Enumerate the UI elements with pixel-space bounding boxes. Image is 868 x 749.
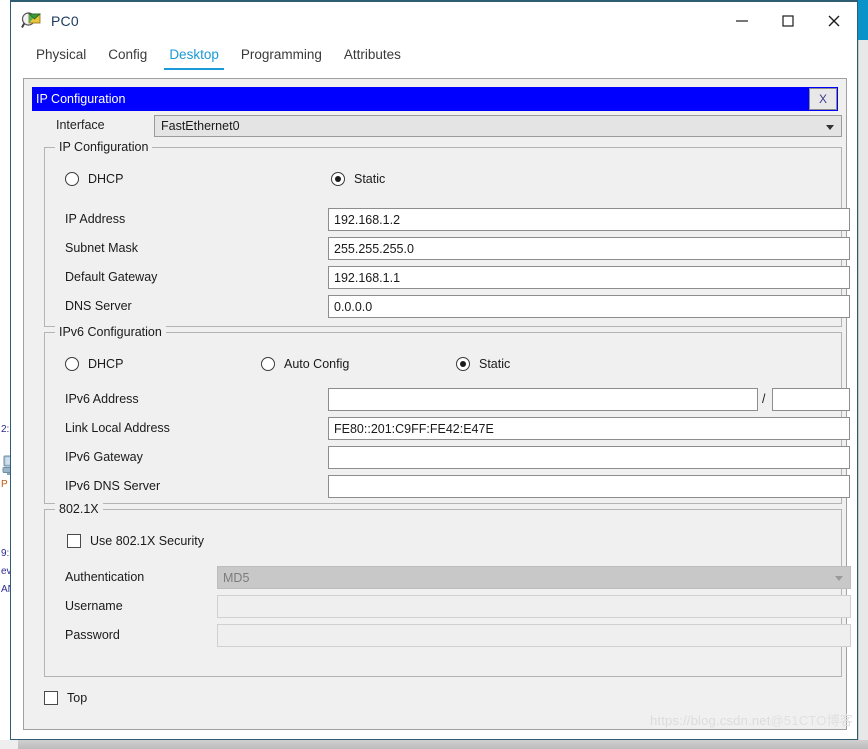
- link-local-address-label: Link Local Address: [65, 421, 170, 435]
- ipv6-static-label: Static: [479, 357, 511, 371]
- chevron-down-icon: [826, 125, 834, 130]
- authentication-selected-value: MD5: [223, 570, 250, 585]
- radio-circle-icon: [65, 357, 79, 371]
- horizontal-scrollbar[interactable]: [0, 740, 868, 749]
- background-right-panel: [858, 40, 868, 740]
- tab-programming[interactable]: Programming: [230, 44, 333, 70]
- ip-address-input[interactable]: 192.168.1.2: [328, 208, 850, 231]
- ipv4-group-legend: IP Configuration: [55, 140, 153, 154]
- link-local-address-input[interactable]: FE80::201:C9FF:FE42:E47E: [328, 417, 850, 440]
- ip-configuration-dialog-titlebar: IP Configuration X: [32, 87, 838, 111]
- desktop-content-area: IP Configuration X Interface FastEtherne…: [23, 78, 851, 730]
- tab-attributes[interactable]: Attributes: [333, 44, 412, 70]
- radio-circle-icon: [261, 357, 275, 371]
- background-text-0: 2:: [1, 424, 10, 435]
- ipv6-dhcp-radio[interactable]: DHCP: [65, 357, 123, 371]
- dot1x-group-legend: 802.1X: [55, 502, 103, 516]
- chevron-down-icon: [835, 576, 843, 581]
- ip-configuration-close-button[interactable]: X: [809, 88, 837, 110]
- window-controls: [719, 2, 857, 40]
- username-label: Username: [65, 599, 123, 613]
- dot1x-group: 802.1X Use 802.1X Security Authenticatio…: [44, 502, 851, 677]
- use-dot1x-security-checkbox[interactable]: Use 802.1X Security: [67, 534, 204, 548]
- ipv4-dhcp-label: DHCP: [88, 172, 124, 186]
- ipv6-configuration-group: IPv6 Configuration DHCP Auto Config Stat…: [44, 325, 850, 504]
- close-button[interactable]: [811, 2, 857, 40]
- interface-label: Interface: [56, 118, 105, 132]
- top-checkbox[interactable]: Top: [44, 691, 87, 705]
- ipv4-static-radio[interactable]: Static: [331, 172, 385, 186]
- authentication-select[interactable]: MD5: [217, 566, 851, 589]
- ipv6-dns-server-input[interactable]: [328, 475, 850, 498]
- ip-address-label: IP Address: [65, 212, 126, 226]
- background-text-2: 9:: [1, 548, 10, 559]
- ipv6-gateway-input[interactable]: [328, 446, 850, 469]
- interface-row: Interface FastEthernet0: [32, 115, 842, 139]
- maximize-icon: [782, 15, 794, 27]
- background-text-1: P: [1, 479, 8, 490]
- ip-configuration-dialog-title: IP Configuration: [36, 92, 126, 106]
- interface-selected-value: FastEthernet0: [161, 119, 240, 133]
- packet-tracer-pc-icon: [21, 12, 41, 28]
- minimize-button[interactable]: [719, 2, 765, 40]
- subnet-mask-input[interactable]: 255.255.255.0: [328, 237, 850, 260]
- ipv6-dns-server-label: IPv6 DNS Server: [65, 479, 161, 493]
- window-titlebar: PC0: [11, 2, 857, 40]
- ipv6-static-radio[interactable]: Static: [456, 357, 510, 371]
- ipv4-configuration-group: IP Configuration DHCP Static IP Address …: [44, 140, 850, 327]
- ipv6-address-input[interactable]: [328, 388, 758, 411]
- tab-config[interactable]: Config: [97, 44, 158, 70]
- default-gateway-input[interactable]: 192.168.1.1: [328, 266, 850, 289]
- tab-desktop[interactable]: Desktop: [158, 44, 230, 70]
- ipv6-auto-config-label: Auto Config: [284, 357, 350, 371]
- ipv6-address-label: IPv6 Address: [65, 392, 139, 406]
- radio-circle-icon: [456, 357, 470, 371]
- authentication-label: Authentication: [65, 570, 145, 584]
- ipv6-prefix-input[interactable]: [772, 388, 850, 411]
- checkbox-box-icon: [67, 534, 81, 548]
- radio-circle-icon: [65, 172, 79, 186]
- ipv4-dhcp-radio[interactable]: DHCP: [65, 172, 123, 186]
- use-dot1x-security-label: Use 802.1X Security: [90, 534, 204, 548]
- close-icon: [828, 15, 840, 27]
- ipv6-gateway-label: IPv6 Gateway: [65, 450, 143, 464]
- ipv6-group-legend: IPv6 Configuration: [55, 325, 166, 339]
- ipv6-auto-config-radio[interactable]: Auto Config: [261, 357, 349, 371]
- radio-circle-icon: [331, 172, 345, 186]
- ipv6-dhcp-label: DHCP: [88, 357, 124, 371]
- username-input[interactable]: [217, 595, 851, 618]
- default-gateway-label: Default Gateway: [65, 270, 158, 284]
- background-accent-strip: [858, 0, 868, 40]
- tab-physical[interactable]: Physical: [25, 44, 97, 70]
- ipv6-prefix-separator: /: [762, 392, 766, 406]
- top-checkbox-label: Top: [67, 691, 88, 705]
- pc0-window: PC0 Physical Config Desktop Programming …: [10, 0, 858, 740]
- horizontal-scrollbar-thumb[interactable]: [18, 740, 868, 749]
- dns-server-label: DNS Server: [65, 299, 132, 313]
- password-input[interactable]: [217, 624, 851, 647]
- minimize-icon: [736, 20, 748, 22]
- tab-bar: Physical Config Desktop Programming Attr…: [11, 40, 857, 70]
- dns-server-input[interactable]: 0.0.0.0: [328, 295, 850, 318]
- ipv4-static-label: Static: [354, 172, 386, 186]
- checkbox-box-icon: [44, 691, 58, 705]
- window-title: PC0: [51, 13, 79, 29]
- subnet-mask-label: Subnet Mask: [65, 241, 138, 255]
- maximize-button[interactable]: [765, 2, 811, 40]
- interface-select[interactable]: FastEthernet0: [154, 115, 842, 137]
- password-label: Password: [65, 628, 120, 642]
